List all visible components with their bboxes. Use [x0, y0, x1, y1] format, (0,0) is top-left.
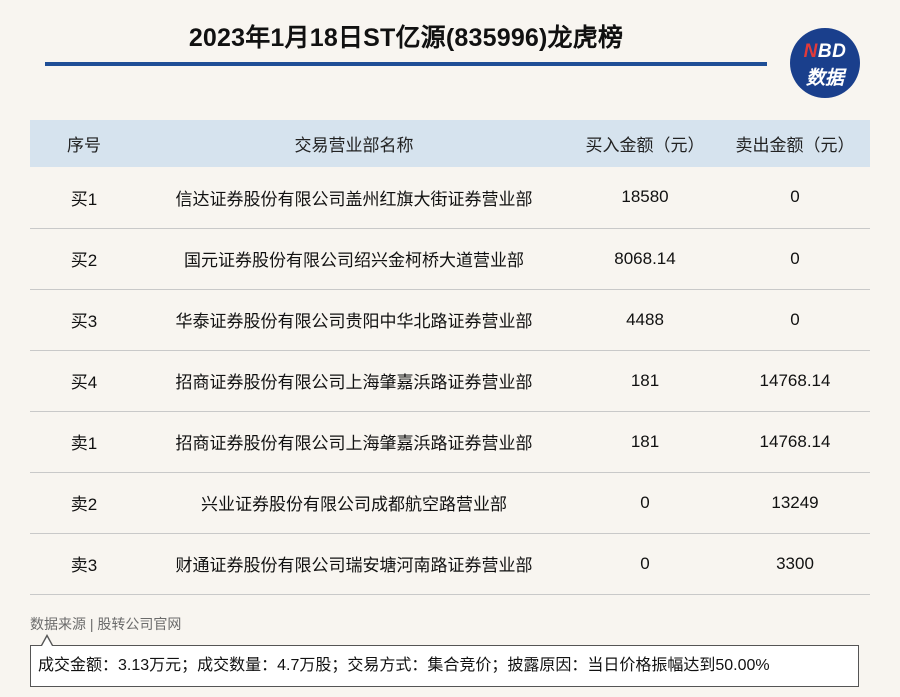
- table-row: 卖3 财通证券股份有限公司瑞安塘河南路证券营业部 0 3300: [30, 533, 870, 594]
- cell-sell: 0: [790, 187, 800, 207]
- logo-text-top: NBD: [790, 41, 860, 63]
- cell-buy: 181: [630, 431, 660, 451]
- cell-sell: 14768.14: [759, 431, 831, 451]
- data-source: 数据来源 | 股转公司官网: [30, 616, 182, 632]
- cell-buy: 18580: [621, 187, 669, 207]
- header-seq: 序号: [67, 136, 101, 155]
- table-header-row: 序号 交易营业部名称 买入金额（元） 卖出金额（元）: [30, 120, 870, 167]
- header-sell-amount: 卖出金额（元）: [735, 136, 855, 155]
- nbd-logo: NBD 数据: [790, 28, 860, 98]
- cell-sell: 0: [790, 309, 800, 329]
- table-row: 买2 国元证券股份有限公司绍兴金柯桥大道营业部 8068.14 0: [30, 228, 870, 289]
- dragon-tiger-table: 序号 交易营业部名称 买入金额（元） 卖出金额（元） 买1 信达证券股份有限公司…: [30, 120, 870, 595]
- header-branch-name: 交易营业部名称: [294, 136, 414, 155]
- cell-buy: 8068.14: [614, 248, 676, 268]
- cell-seq: 卖3: [70, 556, 98, 575]
- cell-branch: 招商证券股份有限公司上海肇嘉浜路证券营业部: [175, 373, 533, 392]
- cell-sell: 13249: [771, 492, 819, 512]
- cell-branch: 国元证券股份有限公司绍兴金柯桥大道营业部: [184, 251, 524, 270]
- cell-buy: 181: [630, 370, 660, 390]
- table-row: 买4 招商证券股份有限公司上海肇嘉浜路证券营业部 181 14768.14: [30, 350, 870, 411]
- cell-seq: 买3: [70, 312, 98, 331]
- cell-buy: 0: [640, 492, 650, 512]
- table-row: 卖1 招商证券股份有限公司上海肇嘉浜路证券营业部 181 14768.14: [30, 411, 870, 472]
- cell-seq: 卖2: [70, 495, 98, 514]
- cell-branch: 兴业证券股份有限公司成都航空路营业部: [201, 495, 507, 514]
- cell-seq: 卖1: [70, 434, 98, 453]
- table-row: 卖2 兴业证券股份有限公司成都航空路营业部 0 13249: [30, 472, 870, 533]
- cell-buy: 4488: [626, 309, 664, 329]
- page-title: 2023年1月18日ST亿源(835996)龙虎榜: [188, 24, 624, 52]
- cell-seq: 买2: [70, 251, 98, 270]
- cell-sell: 3300: [776, 553, 814, 573]
- logo-letters-bd: BD: [817, 41, 847, 62]
- table-row: 买3 华泰证券股份有限公司贵阳中华北路证券营业部 4488 0: [30, 289, 870, 350]
- logo-text-bottom: 数据: [805, 68, 844, 89]
- cell-sell: 14768.14: [759, 370, 831, 390]
- cell-branch: 信达证券股份有限公司盖州红旗大街证券营业部: [175, 189, 533, 209]
- cell-seq: 买4: [70, 373, 98, 392]
- cell-branch: 招商证券股份有限公司上海肇嘉浜路证券营业部: [175, 434, 533, 453]
- logo-letter-n: N: [803, 41, 818, 62]
- trade-summary-note: 成交金额：3.13万元；成交数量：4.7万股；交易方式：集合竞价；披露原因：当日…: [30, 645, 859, 687]
- title-underline: [45, 62, 767, 66]
- cell-buy: 0: [640, 553, 650, 573]
- cell-seq: 买1: [70, 189, 98, 209]
- cell-branch: 财通证券股份有限公司瑞安塘河南路证券营业部: [175, 556, 533, 575]
- callout-pointer-fill: [42, 637, 52, 646]
- cell-sell: 0: [790, 248, 800, 268]
- header-buy-amount: 买入金额（元）: [585, 136, 705, 155]
- table-row: 买1 信达证券股份有限公司盖州红旗大街证券营业部 18580 0: [30, 167, 870, 228]
- cell-branch: 华泰证券股份有限公司贵阳中华北路证券营业部: [175, 312, 533, 331]
